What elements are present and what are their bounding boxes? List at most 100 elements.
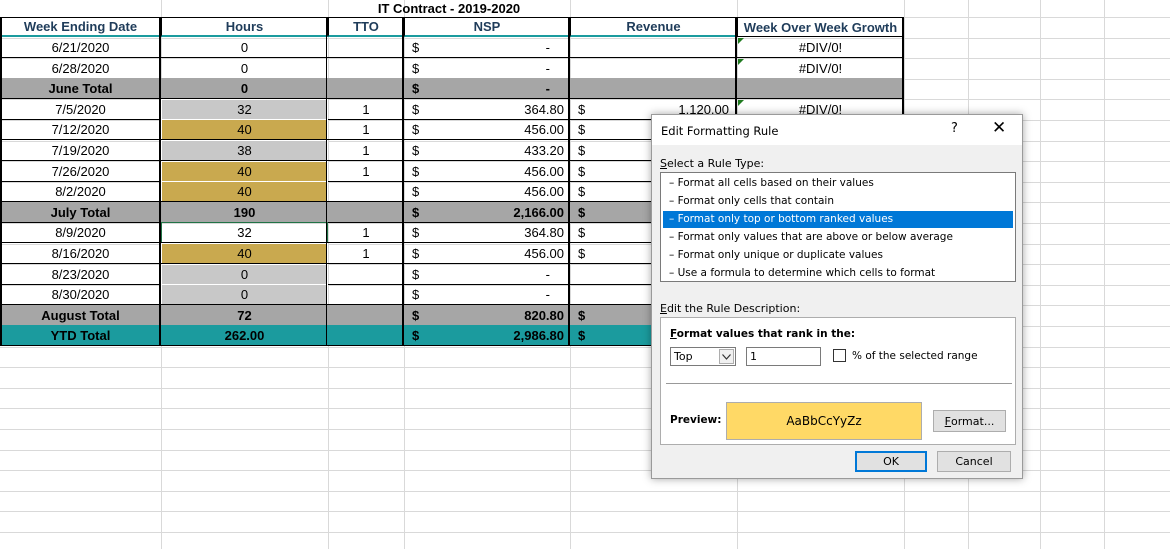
tto-cell[interactable]	[328, 58, 404, 79]
tto-cell[interactable]: 1	[328, 140, 404, 161]
revenue-cell[interactable]	[590, 78, 737, 99]
growth-cell[interactable]: #DIV/0!	[737, 37, 904, 58]
nsp-cell[interactable]: 820.80	[424, 305, 570, 326]
date-cell[interactable]: 8/30/2020	[0, 284, 161, 305]
growth-cell[interactable]: #DIV/0!	[737, 58, 904, 79]
revenue-currency-sign: $	[578, 184, 586, 199]
tto-cell[interactable]: 1	[328, 222, 404, 243]
rule-type-item[interactable]: – Format only values that are above or b…	[663, 229, 1013, 246]
rule-type-list[interactable]: – Format all cells based on their values…	[660, 172, 1016, 282]
tto-cell[interactable]	[328, 181, 404, 202]
column-border	[159, 17, 161, 346]
nsp-cell[interactable]: 456.00	[424, 181, 570, 202]
tto-cell[interactable]	[328, 78, 404, 99]
nsp-cell[interactable]: 2,986.80	[424, 325, 570, 346]
hours-cell[interactable]: 190	[161, 202, 328, 223]
tto-cell[interactable]	[328, 37, 404, 58]
revenue-cell[interactable]	[590, 58, 737, 79]
rule-description-box: Format values that rank in the: Top 1 % …	[660, 317, 1016, 445]
hours-cell[interactable]: 0	[161, 264, 328, 285]
nsp-cell[interactable]: -	[424, 264, 570, 285]
date-cell[interactable]: 7/19/2020	[0, 140, 161, 161]
date-cell[interactable]: August Total	[0, 305, 161, 326]
tto-cell[interactable]	[328, 305, 404, 326]
nsp-cell[interactable]: 364.80	[424, 222, 570, 243]
help-icon[interactable]: ?	[951, 121, 958, 136]
chevron-down-icon[interactable]	[719, 349, 734, 364]
date-cell[interactable]: 6/21/2020	[0, 37, 161, 58]
date-cell[interactable]: 7/5/2020	[0, 99, 161, 120]
tto-cell[interactable]: 1	[328, 119, 404, 140]
hours-cell[interactable]: 0	[161, 78, 328, 99]
hours-cell[interactable]: 32	[161, 222, 328, 243]
rank-value-input[interactable]: 1	[746, 347, 821, 366]
tto-cell[interactable]: 1	[328, 161, 404, 182]
revenue-currency-sign: $	[578, 164, 586, 179]
date-cell[interactable]: 8/23/2020	[0, 264, 161, 285]
column-header[interactable]: TTO	[328, 17, 404, 37]
hours-cell[interactable]: 0	[161, 284, 328, 305]
nsp-cell[interactable]: 364.80	[424, 99, 570, 120]
revenue-currency-sign: $	[578, 308, 586, 323]
column-header[interactable]: NSP	[404, 17, 570, 37]
tto-cell[interactable]	[328, 202, 404, 223]
date-cell[interactable]: 8/16/2020	[0, 243, 161, 264]
nsp-cell[interactable]: 456.00	[424, 161, 570, 182]
rule-type-item[interactable]: – Format all cells based on their values	[663, 175, 1013, 192]
hours-cell[interactable]: 0	[161, 58, 328, 79]
hours-cell[interactable]: 0	[161, 37, 328, 58]
nsp-currency-sign: $	[412, 61, 420, 76]
tto-cell[interactable]: 1	[328, 243, 404, 264]
date-cell[interactable]: 6/28/2020	[0, 58, 161, 79]
hours-cell[interactable]: 40	[161, 161, 328, 182]
rule-type-item[interactable]: – Format only cells that contain	[663, 193, 1013, 210]
column-header[interactable]: Week Ending Date	[0, 17, 161, 37]
row-border	[0, 345, 737, 346]
date-cell[interactable]: YTD Total	[0, 325, 161, 346]
hours-cell[interactable]: 40	[161, 181, 328, 202]
growth-cell[interactable]	[737, 78, 904, 99]
format-button[interactable]: Format...	[933, 410, 1006, 432]
date-cell[interactable]: 7/26/2020	[0, 161, 161, 182]
tto-cell[interactable]: 1	[328, 99, 404, 120]
column-header[interactable]: Week Over Week Growth	[737, 17, 904, 37]
column-header[interactable]: Revenue	[570, 17, 737, 37]
nsp-cell[interactable]: 456.00	[424, 119, 570, 140]
date-cell[interactable]: 8/2/2020	[0, 181, 161, 202]
hours-cell[interactable]: 262.00	[161, 325, 328, 346]
rule-type-item[interactable]: – Format only top or bottom ranked value…	[663, 211, 1013, 228]
rank-direction-select[interactable]: Top	[670, 347, 736, 366]
hours-cell[interactable]: 40	[161, 243, 328, 264]
nsp-currency-sign: $	[412, 308, 420, 323]
close-icon[interactable]: ✕	[992, 118, 1006, 138]
tto-cell[interactable]	[328, 264, 404, 285]
nsp-cell[interactable]: -	[424, 78, 570, 99]
cancel-button[interactable]: Cancel	[937, 451, 1011, 472]
tto-cell[interactable]	[328, 284, 404, 305]
date-cell[interactable]: 8/9/2020	[0, 222, 161, 243]
hours-cell[interactable]: 72	[161, 305, 328, 326]
percent-checkbox[interactable]	[833, 349, 846, 362]
revenue-currency-sign: $	[578, 143, 586, 158]
date-cell[interactable]: July Total	[0, 202, 161, 223]
rule-type-item[interactable]: – Use a formula to determine which cells…	[663, 265, 1013, 282]
nsp-cell[interactable]: -	[424, 58, 570, 79]
hours-cell[interactable]: 38	[161, 140, 328, 161]
tto-cell[interactable]	[328, 325, 404, 346]
hours-cell[interactable]: 40	[161, 119, 328, 140]
nsp-currency-sign: $	[412, 267, 420, 282]
rule-type-label: Select a Rule Type:	[660, 157, 765, 170]
nsp-cell[interactable]: -	[424, 284, 570, 305]
nsp-cell[interactable]: -	[424, 37, 570, 58]
column-header[interactable]: Hours	[161, 17, 328, 37]
nsp-cell[interactable]: 2,166.00	[424, 202, 570, 223]
revenue-cell[interactable]	[590, 37, 737, 58]
rule-type-item[interactable]: – Format only unique or duplicate values	[663, 247, 1013, 264]
nsp-cell[interactable]: 456.00	[424, 243, 570, 264]
ok-button[interactable]: OK	[855, 451, 927, 472]
nsp-cell[interactable]: 433.20	[424, 140, 570, 161]
sheet-title: IT Contract - 2019-2020	[377, 1, 521, 16]
date-cell[interactable]: 7/12/2020	[0, 119, 161, 140]
hours-cell[interactable]: 32	[161, 99, 328, 120]
date-cell[interactable]: June Total	[0, 78, 161, 99]
